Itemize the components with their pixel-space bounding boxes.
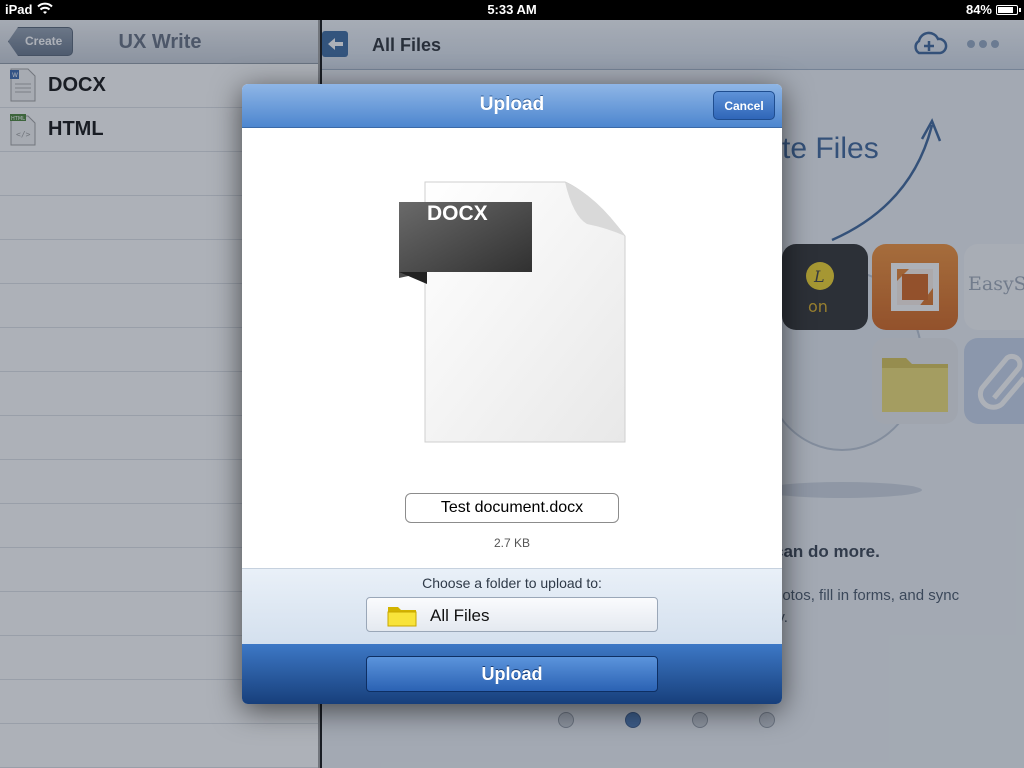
folder-section: Choose a folder to upload to: All Files bbox=[242, 568, 782, 644]
dialog-header: Upload Cancel bbox=[242, 84, 782, 128]
folder-picker-button[interactable]: All Files bbox=[366, 597, 658, 632]
doc-type-label: DOCX bbox=[427, 202, 488, 225]
battery-fill bbox=[998, 7, 1014, 13]
battery-icon bbox=[996, 5, 1021, 15]
clock: 5:33 AM bbox=[487, 2, 537, 17]
upload-dialog: Upload Cancel DOCX 2.7 KB Choose a bbox=[242, 84, 782, 704]
upload-button[interactable]: Upload bbox=[366, 656, 658, 692]
cancel-button[interactable]: Cancel bbox=[713, 91, 775, 120]
folder-icon bbox=[387, 607, 417, 627]
folder-name: All Files bbox=[430, 606, 490, 625]
status-bar: iPad 5:33 AM 84% bbox=[0, 0, 1024, 20]
dialog-body: DOCX 2.7 KB bbox=[242, 128, 782, 568]
folder-prompt: Choose a folder to upload to: bbox=[422, 575, 602, 591]
filename-input[interactable] bbox=[405, 493, 619, 523]
dialog-footer: Upload bbox=[242, 644, 782, 704]
dialog-title: Upload bbox=[479, 94, 545, 115]
file-size: 2.7 KB bbox=[493, 536, 531, 550]
battery-percent: 84% bbox=[965, 2, 992, 17]
